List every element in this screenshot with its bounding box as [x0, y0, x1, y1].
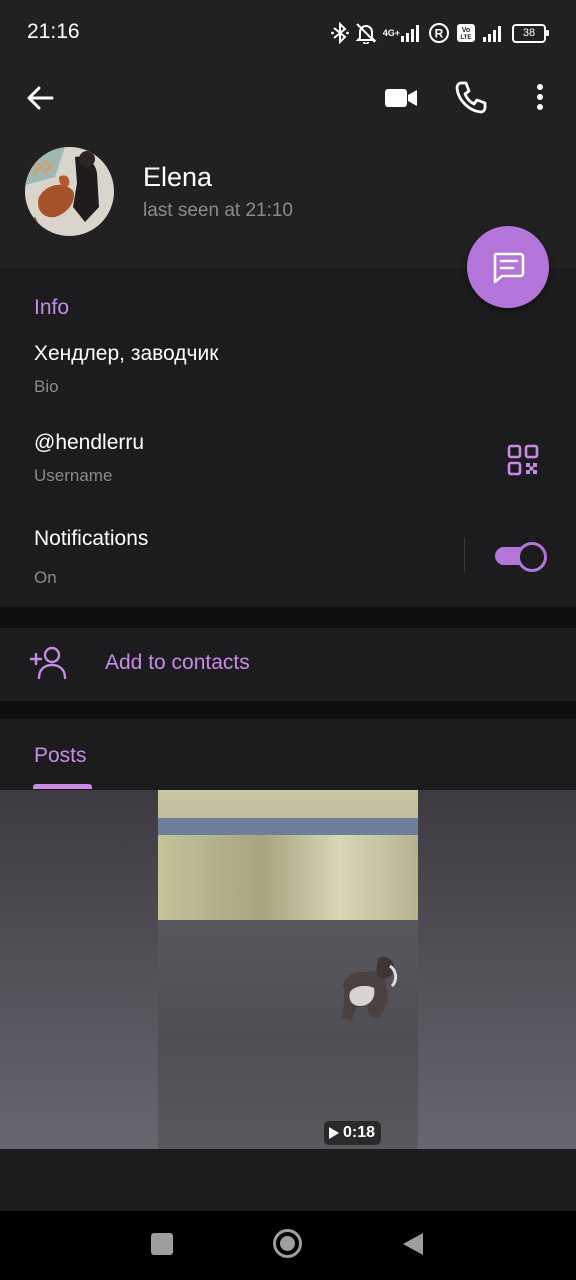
- dog-figure: [342, 956, 398, 1020]
- home-button[interactable]: [272, 1228, 303, 1259]
- avatar[interactable]: [25, 147, 114, 236]
- roaming-icon: R: [428, 22, 450, 44]
- phone-icon: [455, 81, 487, 114]
- recents-button[interactable]: [151, 1233, 173, 1255]
- video-duration: 0:18: [343, 1124, 376, 1141]
- add-to-contacts-label: Add to contacts: [105, 651, 250, 674]
- thumbnail-wall: [158, 835, 418, 925]
- add-to-contacts-row[interactable]: Add to contacts: [0, 628, 576, 701]
- thumbnail-wall-stripe: [158, 818, 418, 836]
- system-back-button[interactable]: [401, 1231, 425, 1257]
- profile-screen: 21:16 4G+ R Vo LTE 38 Elena last seen at…: [0, 0, 576, 1280]
- video-duration-badge: 0:18: [324, 1121, 382, 1145]
- status-bar: 21:16 4G+ R Vo LTE 38: [0, 0, 576, 66]
- info-section: Info Хендлер, заводчик Bio @hendlerru Us…: [0, 268, 576, 607]
- add-person-icon: [29, 646, 68, 680]
- signal-4g-icon: 4G+: [383, 24, 422, 42]
- notifications-toggle[interactable]: [495, 542, 547, 572]
- home-icon: [273, 1229, 302, 1258]
- last-seen-status: last seen at 21:10: [143, 200, 293, 221]
- bell-off-icon: [355, 22, 377, 44]
- notifications-label[interactable]: Notifications: [34, 527, 148, 551]
- system-navigation-bar: [0, 1211, 576, 1280]
- username-value[interactable]: @hendlerru: [34, 431, 144, 455]
- bluetooth-icon: [330, 22, 349, 44]
- status-icons: 4G+ R Vo LTE 38: [330, 18, 549, 48]
- arrow-left-icon: [27, 86, 54, 110]
- profile-name: Elena: [143, 162, 213, 192]
- notifications-state: On: [34, 568, 57, 587]
- svg-text:LTE: LTE: [461, 35, 472, 41]
- toggle-thumb: [517, 542, 547, 572]
- back-button[interactable]: [24, 82, 56, 114]
- bio-value[interactable]: Хендлер, заводчик: [34, 342, 218, 366]
- username-label: Username: [34, 466, 113, 485]
- send-message-button[interactable]: [467, 226, 549, 308]
- svg-text:R: R: [435, 27, 444, 41]
- more-vertical-icon: [537, 84, 543, 110]
- play-icon: [329, 1127, 339, 1139]
- svg-text:Vo: Vo: [462, 27, 470, 34]
- notifications-divider: [464, 538, 465, 572]
- qr-code-icon: [507, 444, 539, 476]
- video-call-button[interactable]: [383, 82, 419, 114]
- tab-posts[interactable]: Posts: [34, 744, 87, 768]
- message-icon: [493, 252, 525, 284]
- signal-icon: [482, 24, 506, 42]
- tab-indicator: [33, 784, 92, 789]
- post-media[interactable]: 0:18: [0, 790, 576, 1149]
- info-heading: Info: [34, 296, 70, 319]
- qr-code-button[interactable]: [507, 444, 539, 476]
- video-thumbnail[interactable]: 0:18: [158, 790, 418, 1149]
- status-time: 21:16: [27, 20, 80, 43]
- avatar-photo: [25, 147, 114, 236]
- volte-icon: Vo LTE: [456, 23, 476, 43]
- battery-icon: 38: [512, 23, 549, 43]
- voice-call-button[interactable]: [454, 80, 488, 114]
- bio-label: Bio: [34, 377, 59, 396]
- more-options-button[interactable]: [528, 80, 552, 114]
- posts-section: Posts 0:18: [0, 719, 576, 1211]
- triangle-back-icon: [403, 1233, 423, 1255]
- video-camera-icon: [385, 89, 417, 107]
